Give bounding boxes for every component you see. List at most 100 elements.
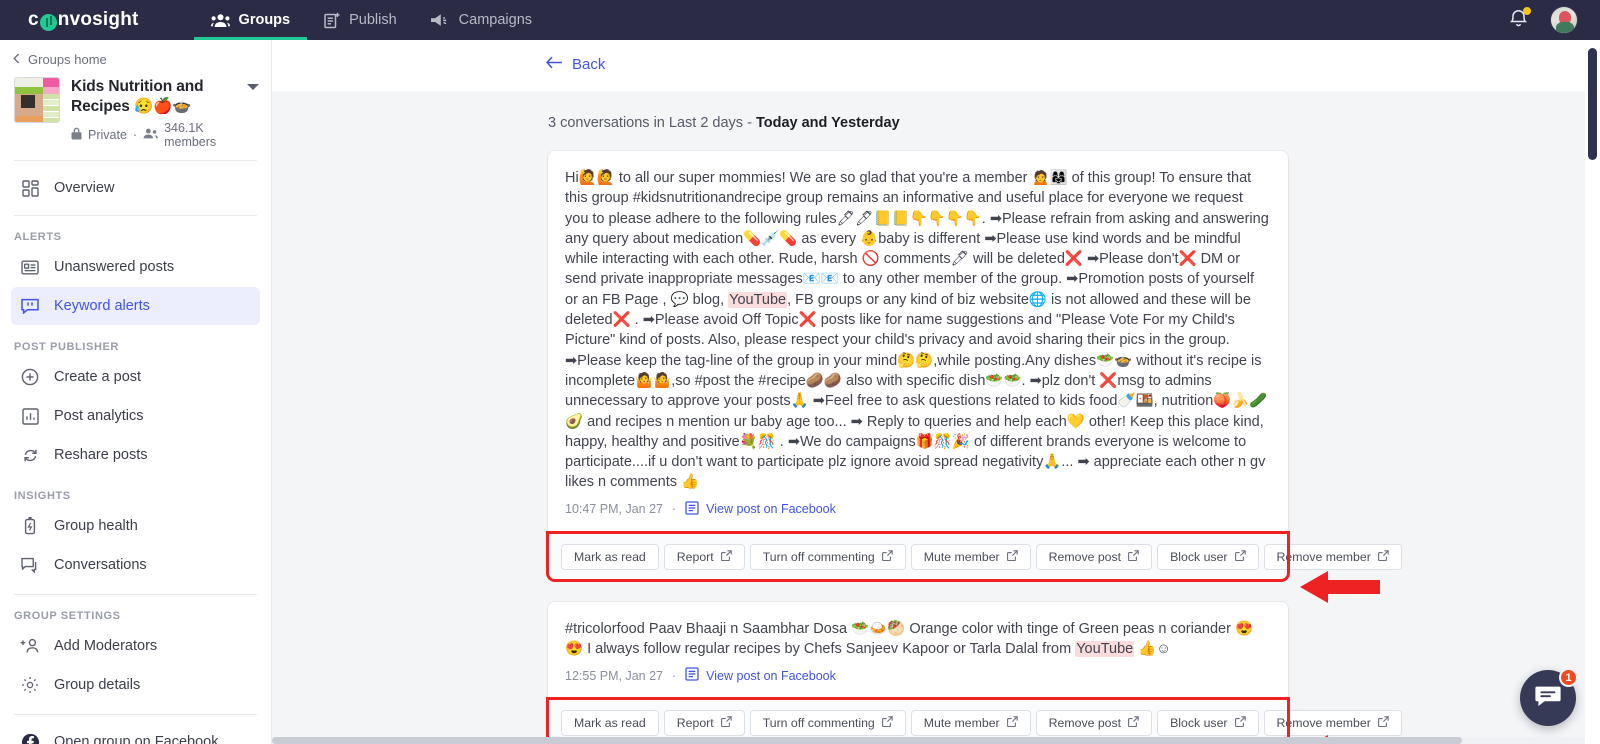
action-label: Remove member: [1276, 716, 1371, 731]
action-remove-post[interactable]: Remove post: [1035, 710, 1153, 737]
main-toolbar: Back: [272, 40, 1600, 91]
external-link-icon: [1128, 550, 1139, 564]
sidebar-item-group-details[interactable]: Group details: [11, 666, 260, 704]
action-remove-post[interactable]: Remove post: [1035, 543, 1153, 570]
divider: [14, 714, 257, 715]
meta-separator: ·: [132, 128, 138, 142]
groups-home-back-link[interactable]: Groups home: [0, 40, 271, 75]
sidebar-item-keyword-alerts[interactable]: Keyword alerts: [11, 287, 260, 325]
sidebar-item-reshare-posts[interactable]: Reshare posts: [11, 436, 260, 474]
action-remove-member[interactable]: Remove member: [1263, 543, 1402, 570]
sidebar-section-group-settings: GROUP SETTINGS: [14, 610, 121, 622]
brand-text-part2: nvosight: [57, 9, 139, 30]
group-switcher-caret-icon[interactable]: [247, 84, 259, 90]
chat-support-button[interactable]: 1: [1520, 668, 1578, 726]
action-turn-off-commenting[interactable]: Turn off commenting: [749, 710, 906, 737]
action-label: Mark as read: [574, 549, 646, 564]
members-icon: [143, 128, 158, 142]
action-mute-member[interactable]: Mute member: [910, 710, 1031, 737]
post-text-after-keyword: , FB groups or any kind of biz website🌐 …: [565, 291, 1268, 491]
divider: [14, 160, 257, 161]
sidebar-item-post-analytics[interactable]: Post analytics: [11, 397, 260, 435]
sidebar-item-overview[interactable]: Overview: [11, 169, 260, 207]
sidebar-item-add-moderators[interactable]: Add Moderators: [11, 627, 260, 665]
bell-icon: [1509, 9, 1528, 32]
sidebar-item-create-a-post[interactable]: Create a post: [11, 358, 260, 396]
chat-icon: [1535, 685, 1561, 712]
post-text-before-keyword: Hi🙋🙋 to all our super mommies! We are so…: [565, 170, 1269, 308]
footer-separator: ·: [671, 668, 677, 683]
view-post-on-facebook-link[interactable]: View post on Facebook: [685, 501, 836, 518]
action-label: Report: [676, 549, 714, 564]
view-post-label: View post on Facebook: [706, 502, 836, 517]
bar-chart-icon: [20, 407, 40, 425]
action-mute-member[interactable]: Mute member: [910, 543, 1031, 570]
annotation-arrow-top: [1300, 568, 1380, 606]
external-link-icon: [1006, 550, 1018, 564]
app-logo[interactable]: c nvosight: [28, 9, 139, 31]
notification-badge-dot: [1523, 6, 1531, 15]
sidebar-label-add-moderators: Add Moderators: [54, 638, 158, 654]
action-label: Turn off commenting: [762, 716, 875, 731]
sidebar-item-unanswered-posts[interactable]: Unanswered posts: [11, 248, 260, 286]
post-body-text: Hi🙋🙋 to all our super mommies! We are so…: [548, 151, 1288, 501]
action-report[interactable]: Report: [663, 710, 745, 737]
vertical-scrollbar-thumb[interactable]: [1588, 48, 1597, 160]
action-label: Report: [676, 716, 714, 731]
action-report[interactable]: Report: [663, 543, 745, 570]
sidebar-item-open-group-on-facebook[interactable]: Open group on Facebook: [11, 723, 260, 744]
external-link-icon: [1377, 716, 1389, 730]
action-mark-as-read[interactable]: Mark as read: [561, 710, 659, 737]
sidebar-label-post-analytics: Post analytics: [54, 408, 144, 424]
chat-bubbles-icon: [20, 557, 40, 573]
conversation-summary-prefix: 3 conversations in Last 2 days -: [548, 115, 756, 131]
horizontal-scrollbar-track[interactable]: [272, 737, 1585, 744]
external-link-icon: [1377, 550, 1389, 564]
back-button[interactable]: Back: [545, 56, 605, 73]
sidebar-label-open-group-on-facebook: Open group on Facebook: [54, 734, 219, 744]
external-link-icon: [881, 716, 893, 730]
external-post-icon: [685, 501, 699, 518]
action-label: Mute member: [923, 549, 1000, 564]
action-label: Block user: [1170, 549, 1228, 564]
brand-text-part1: c: [28, 9, 39, 30]
post-actions-row: Mark as read Report Turn off commenting …: [546, 530, 1402, 582]
horizontal-scrollbar-thumb[interactable]: [272, 737, 1462, 744]
action-label: Block user: [1170, 716, 1228, 731]
action-block-user[interactable]: Block user: [1157, 543, 1259, 570]
top-navigation-bar: c nvosight Groups Publish Campaigns: [0, 0, 1600, 40]
sidebar-item-group-health[interactable]: Group health: [11, 507, 260, 545]
sidebar-item-conversations[interactable]: Conversations: [11, 546, 260, 584]
add-person-icon: [20, 638, 40, 654]
action-block-user[interactable]: Block user: [1157, 710, 1259, 737]
primary-nav: Groups Publish Campaigns: [193, 0, 549, 40]
post-timestamp: 12:55 PM, Jan 27: [565, 668, 663, 683]
nav-item-publish[interactable]: Publish: [307, 0, 414, 40]
external-link-icon: [720, 550, 732, 564]
external-link-icon: [720, 716, 732, 730]
action-mark-as-read[interactable]: Mark as read: [561, 543, 659, 570]
post-text-after-keyword: 👍☺: [1134, 641, 1172, 658]
nav-item-campaigns[interactable]: Campaigns: [414, 0, 549, 40]
group-header: Kids Nutrition and Recipes 😥🍎🍲 Private ·: [0, 75, 271, 149]
post-card: Hi🙋🙋 to all our super mommies! We are so…: [546, 151, 1402, 582]
sidebar-label-keyword-alerts: Keyword alerts: [54, 298, 150, 314]
group-privacy: Private: [88, 128, 127, 142]
external-link-icon: [881, 550, 893, 564]
conversation-summary: 3 conversations in Last 2 days - Today a…: [272, 91, 1600, 131]
group-meta: Private · 346.1K members: [71, 121, 259, 149]
keyword-highlight: YouTube: [1075, 641, 1135, 658]
notifications-button[interactable]: [1509, 6, 1531, 33]
plus-circle-icon: [20, 368, 40, 386]
action-turn-off-commenting[interactable]: Turn off commenting: [749, 543, 906, 570]
view-post-on-facebook-link[interactable]: View post on Facebook: [685, 667, 836, 684]
group-name: Kids Nutrition and Recipes 😥🍎🍲: [71, 78, 204, 115]
nav-item-groups[interactable]: Groups: [193, 0, 308, 40]
battery-icon: [20, 517, 40, 535]
user-avatar[interactable]: [1550, 6, 1578, 34]
post-timestamp: 10:47 PM, Jan 27: [565, 502, 663, 517]
sidebar: Groups home Kids Nutrition and Recipes 😥…: [0, 40, 272, 744]
chat-unread-badge: 1: [1559, 668, 1578, 687]
external-link-icon: [1234, 716, 1246, 730]
nav-label-publish: Publish: [349, 12, 397, 28]
